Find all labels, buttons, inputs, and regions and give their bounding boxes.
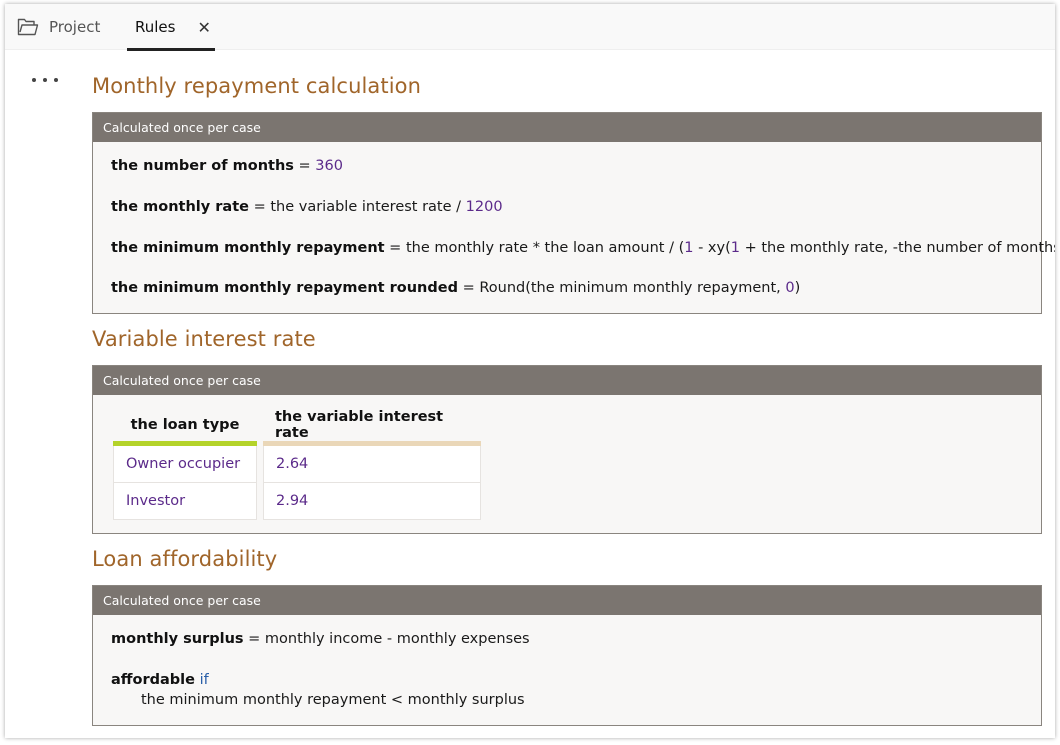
rule-number: 1200 bbox=[465, 199, 503, 215]
condition-column-header[interactable]: the loan type bbox=[113, 409, 257, 446]
card-header: Calculated once per case bbox=[93, 113, 1041, 142]
table-cell[interactable]: 2.64 bbox=[263, 446, 481, 483]
rule-attribute: the minimum monthly repayment bbox=[111, 240, 385, 256]
conclusion-column-header[interactable]: the variable interest rate bbox=[263, 409, 481, 446]
rule-expression: = the variable interest rate / bbox=[248, 199, 466, 215]
card-header: Calculated once per case bbox=[93, 586, 1041, 615]
rule-expression: + the monthly rate, -the number of month… bbox=[740, 240, 1055, 256]
rule-affordable[interactable]: affordable if bbox=[111, 672, 209, 688]
rule-attribute: the minimum monthly repayment rounded bbox=[111, 280, 458, 296]
rule-card-monthly-repayment: Calculated once per case the number of m… bbox=[92, 112, 1055, 314]
app-window: Project Rules ✕ Monthly repayment calcul… bbox=[5, 4, 1055, 738]
rule-attribute: monthly surplus bbox=[111, 631, 244, 647]
rule-expression: = the monthly rate * the loan amount / ( bbox=[384, 240, 685, 256]
section-title-variable-interest-rate: Variable interest rate bbox=[92, 327, 316, 351]
more-options-icon[interactable] bbox=[32, 74, 58, 86]
table-row: Owner occupier 2.64 bbox=[113, 446, 481, 483]
rule-minimum-monthly-repayment[interactable]: the minimum monthly repayment = the mont… bbox=[111, 240, 1055, 256]
table-row: Investor 2.94 bbox=[113, 483, 481, 520]
rule-number: 1 bbox=[730, 240, 740, 256]
active-tab-indicator bbox=[127, 48, 215, 51]
tab-rules-label: Rules bbox=[135, 18, 176, 36]
rule-attribute: the number of months bbox=[111, 158, 294, 174]
rule-attribute: the monthly rate bbox=[111, 199, 249, 215]
section-title-loan-affordability: Loan affordability bbox=[92, 547, 278, 571]
table-cell[interactable]: Investor bbox=[113, 483, 257, 520]
rule-keyword: if bbox=[195, 672, 209, 688]
rule-number-of-months[interactable]: the number of months = 360 bbox=[111, 158, 343, 174]
tab-rules[interactable]: Rules ✕ bbox=[127, 4, 215, 51]
tab-project[interactable]: Project bbox=[17, 4, 100, 50]
table-cell[interactable]: Owner occupier bbox=[113, 446, 257, 483]
rule-expression: = Round(the minimum monthly repayment, bbox=[457, 280, 786, 296]
close-icon[interactable]: ✕ bbox=[197, 18, 210, 37]
table-cell[interactable]: 2.94 bbox=[263, 483, 481, 520]
rule-number: 360 bbox=[315, 158, 343, 174]
rule-number: 0 bbox=[785, 280, 795, 296]
rule-attribute: affordable bbox=[111, 672, 195, 688]
section-title-monthly-repayment: Monthly repayment calculation bbox=[92, 74, 422, 98]
decision-table: the loan type the variable interest rate… bbox=[107, 409, 487, 520]
folder-icon bbox=[17, 18, 39, 36]
rule-card-loan-affordability: Calculated once per case monthly surplus… bbox=[92, 585, 1042, 726]
tab-project-label: Project bbox=[49, 18, 101, 36]
rule-expression: = monthly income - monthly expenses bbox=[243, 631, 530, 647]
tab-bar: Project Rules ✕ bbox=[5, 4, 1055, 51]
rule-expression: - xy( bbox=[693, 240, 731, 256]
card-header: Calculated once per case bbox=[93, 366, 1041, 395]
rule-minimum-monthly-repayment-rounded[interactable]: the minimum monthly repayment rounded = … bbox=[111, 280, 800, 296]
rule-monthly-surplus[interactable]: monthly surplus = monthly income - month… bbox=[111, 631, 530, 647]
rule-monthly-rate[interactable]: the monthly rate = the variable interest… bbox=[111, 199, 503, 215]
rule-expression: ) bbox=[794, 280, 801, 296]
rule-operator: = bbox=[293, 158, 316, 174]
rule-affordable-condition[interactable]: the minimum monthly repayment < monthly … bbox=[141, 692, 525, 708]
rule-card-variable-interest-rate: Calculated once per case the loan type t… bbox=[92, 365, 1042, 534]
